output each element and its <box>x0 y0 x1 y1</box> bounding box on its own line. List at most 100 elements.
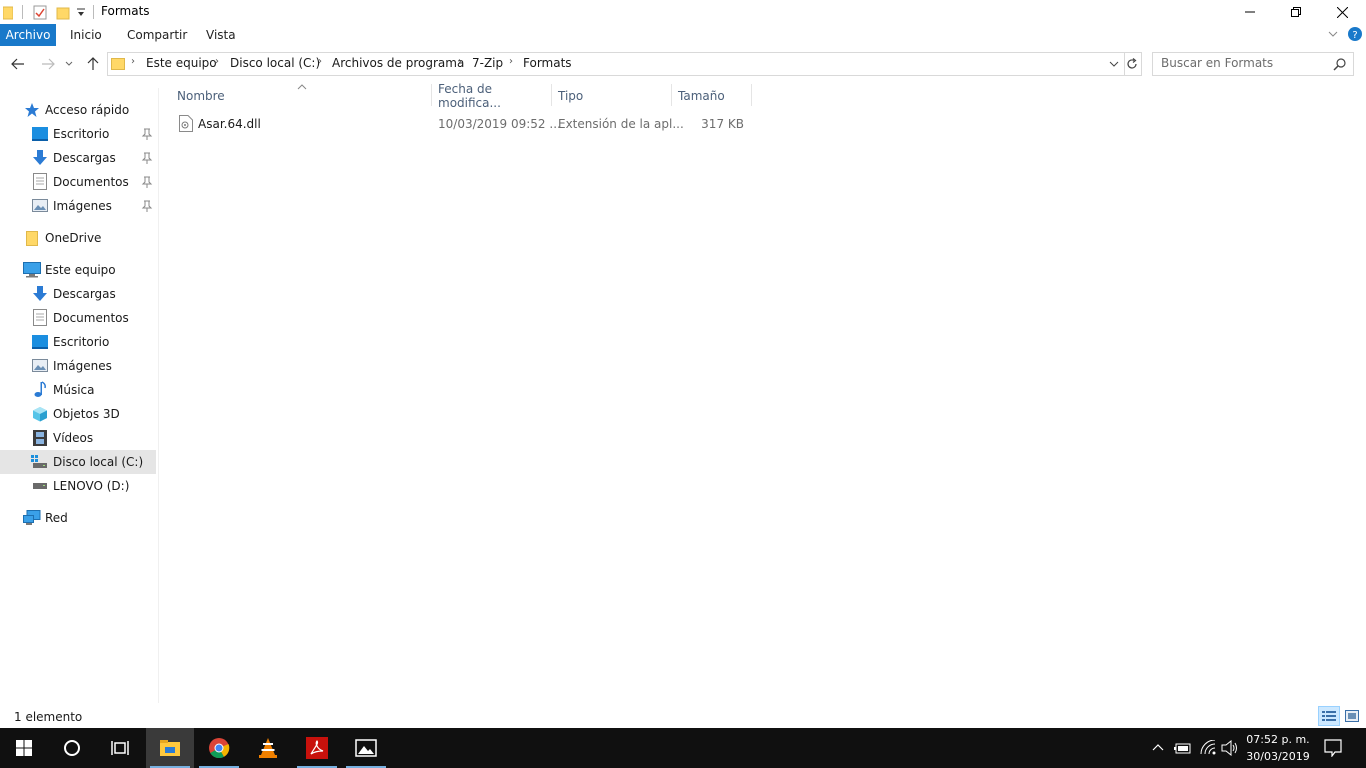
back-button[interactable] <box>8 54 28 74</box>
pictures-icon <box>32 199 48 212</box>
sidebar-item-imagenes[interactable]: Imágenes <box>0 354 156 378</box>
sidebar-item-onedrive[interactable]: OneDrive <box>0 226 156 250</box>
up-button[interactable] <box>83 54 103 74</box>
photos-icon <box>355 739 377 757</box>
sidebar-item-documentos-quick[interactable]: Documentos <box>0 170 156 194</box>
address-dropdown-button[interactable] <box>1108 59 1120 69</box>
clock-time: 07:52 p. m. <box>1246 733 1310 746</box>
breadcrumb-disco-local[interactable]: Disco local (C:) <box>230 56 320 70</box>
window-title: Formats <box>101 4 150 18</box>
chevron-up-icon <box>1152 744 1164 751</box>
wifi-icon[interactable] <box>1199 739 1217 756</box>
column-separator[interactable] <box>431 84 432 106</box>
sidebar-item-disco-local-c[interactable]: Disco local (C:) <box>0 450 156 474</box>
show-hidden-icons-button[interactable] <box>1151 741 1165 755</box>
sidebar-item-videos[interactable]: Vídeos <box>0 426 156 450</box>
file-explorer-icon <box>160 740 180 756</box>
sidebar-item-label: Documentos <box>53 175 129 189</box>
sidebar-item-descargas-quick[interactable]: Descargas <box>0 146 156 170</box>
column-header-tamano[interactable]: Tamaño <box>678 86 750 106</box>
sidebar-item-lenovo-d[interactable]: LENOVO (D:) <box>0 474 156 498</box>
column-separator[interactable] <box>671 84 672 106</box>
ribbon-tabs <box>0 24 1366 46</box>
volume-icon[interactable] <box>1221 739 1239 757</box>
taskbar-photos[interactable] <box>342 728 390 768</box>
task-view-button[interactable] <box>96 728 144 768</box>
help-button[interactable]: ? <box>1348 27 1362 41</box>
help-icon: ? <box>1348 27 1362 41</box>
column-header-nombre[interactable]: Nombre <box>177 86 431 106</box>
new-folder-icon[interactable] <box>56 4 70 20</box>
breadcrumb-este-equipo[interactable]: Este equipo <box>146 56 217 70</box>
sidebar-item-label: Música <box>53 383 95 397</box>
sidebar-item-musica[interactable]: Música <box>0 378 156 402</box>
sidebar-item-imagenes-quick[interactable]: Imágenes <box>0 194 156 218</box>
folder-icon <box>111 56 125 70</box>
pin-icon[interactable] <box>141 127 153 141</box>
restore-button[interactable] <box>1273 0 1319 24</box>
recent-locations-button[interactable] <box>62 54 76 74</box>
battery-icon[interactable] <box>1174 741 1192 755</box>
details-view-icon <box>1322 711 1336 721</box>
arrow-left-icon <box>11 58 24 70</box>
breadcrumb-separator-icon[interactable]: › <box>318 56 322 67</box>
drive-icon <box>33 483 47 489</box>
breadcrumb-formats[interactable]: Formats <box>523 56 572 70</box>
sidebar-item-este-equipo[interactable]: Este equipo <box>0 258 156 282</box>
notification-icon <box>1324 739 1342 758</box>
taskbar-clock[interactable]: 07:52 p. m. 30/03/2019 <box>1240 731 1316 765</box>
taskbar-acrobat[interactable] <box>293 728 341 768</box>
sidebar-item-red[interactable]: Red <box>0 506 156 530</box>
minimize-icon <box>1245 11 1255 13</box>
pin-icon[interactable] <box>141 175 153 189</box>
music-icon <box>34 381 46 397</box>
tab-archivo[interactable]: Archivo <box>0 24 56 46</box>
pin-icon[interactable] <box>141 151 153 165</box>
sidebar-item-label: Documentos <box>53 311 129 325</box>
film-icon <box>33 430 47 446</box>
action-center-button[interactable] <box>1324 739 1342 758</box>
sidebar-item-escritorio[interactable]: Escritorio <box>0 330 156 354</box>
cortana-circle-icon <box>64 740 80 756</box>
taskbar-vlc[interactable] <box>244 728 292 768</box>
file-name[interactable]: Asar.64.dll <box>198 117 261 131</box>
breadcrumb-7-zip[interactable]: 7-Zip <box>472 56 503 70</box>
breadcrumb-separator-icon[interactable]: › <box>458 56 462 67</box>
qat-dropdown-icon[interactable] <box>76 6 86 18</box>
column-header-tipo[interactable]: Tipo <box>558 86 670 106</box>
search-icon[interactable] <box>1333 57 1347 71</box>
file-type: Extensión de la apl... <box>558 117 684 131</box>
breadcrumb-separator-icon[interactable]: › <box>509 56 513 67</box>
taskbar-file-explorer[interactable] <box>146 728 194 768</box>
sidebar-item-descargas[interactable]: Descargas <box>0 282 156 306</box>
sidebar-item-acceso-rapido[interactable]: Acceso rápido <box>0 98 156 122</box>
pin-icon[interactable] <box>141 199 153 213</box>
forward-button[interactable] <box>38 54 58 74</box>
column-separator[interactable] <box>551 84 552 106</box>
tab-vista[interactable]: Vista <box>206 24 236 46</box>
large-icons-view-button[interactable] <box>1342 706 1362 726</box>
sidebar-item-objetos-3d[interactable]: Objetos 3D <box>0 402 156 426</box>
close-button[interactable] <box>1319 0 1365 24</box>
breadcrumb-separator-icon[interactable]: › <box>215 56 219 67</box>
taskbar-chrome[interactable] <box>195 728 243 768</box>
breadcrumb-archivos-de-programa[interactable]: Archivos de programa <box>332 56 464 70</box>
sidebar-item-label: OneDrive <box>45 231 102 245</box>
start-button[interactable] <box>0 728 48 768</box>
sidebar-item-documentos[interactable]: Documentos <box>0 306 156 330</box>
breadcrumb-separator-icon[interactable]: › <box>131 56 135 67</box>
refresh-icon <box>1127 58 1137 69</box>
refresh-button[interactable] <box>1123 52 1142 76</box>
details-view-button[interactable] <box>1318 706 1340 726</box>
properties-icon[interactable] <box>33 4 47 20</box>
column-separator[interactable] <box>751 84 752 106</box>
sidebar-item-escritorio-quick[interactable]: Escritorio <box>0 122 156 146</box>
column-header-fecha[interactable]: Fecha de modifica... <box>438 82 550 110</box>
chevron-down-icon <box>1328 31 1338 37</box>
minimize-button[interactable] <box>1227 0 1273 24</box>
expand-ribbon-button[interactable] <box>1327 28 1339 40</box>
search-button[interactable] <box>48 728 96 768</box>
pictures-icon <box>32 359 48 372</box>
tab-compartir[interactable]: Compartir <box>127 24 187 46</box>
tab-inicio[interactable]: Inicio <box>70 24 102 46</box>
